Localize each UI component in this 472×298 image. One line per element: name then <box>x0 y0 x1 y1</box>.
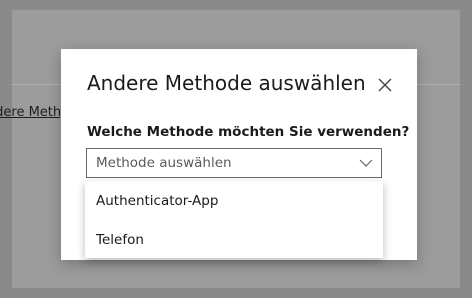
close-icon[interactable] <box>378 78 392 92</box>
close-button[interactable] <box>373 73 397 97</box>
method-select[interactable]: Methode auswählen <box>86 148 382 178</box>
background-other-method-link[interactable]: Andere Methode <box>0 105 60 125</box>
method-dropdown-list: Authenticator-App Telefon <box>85 181 383 258</box>
chevron-down-icon <box>359 159 373 167</box>
option-telefon[interactable]: Telefon <box>96 232 144 248</box>
option-authenticator-app[interactable]: Authenticator-App <box>96 193 218 209</box>
method-question-label: Welche Methode möchten Sie verwenden? <box>87 124 410 140</box>
method-select-value: Methode auswählen <box>96 155 232 171</box>
dialog-title: Andere Methode auswählen <box>87 71 366 95</box>
